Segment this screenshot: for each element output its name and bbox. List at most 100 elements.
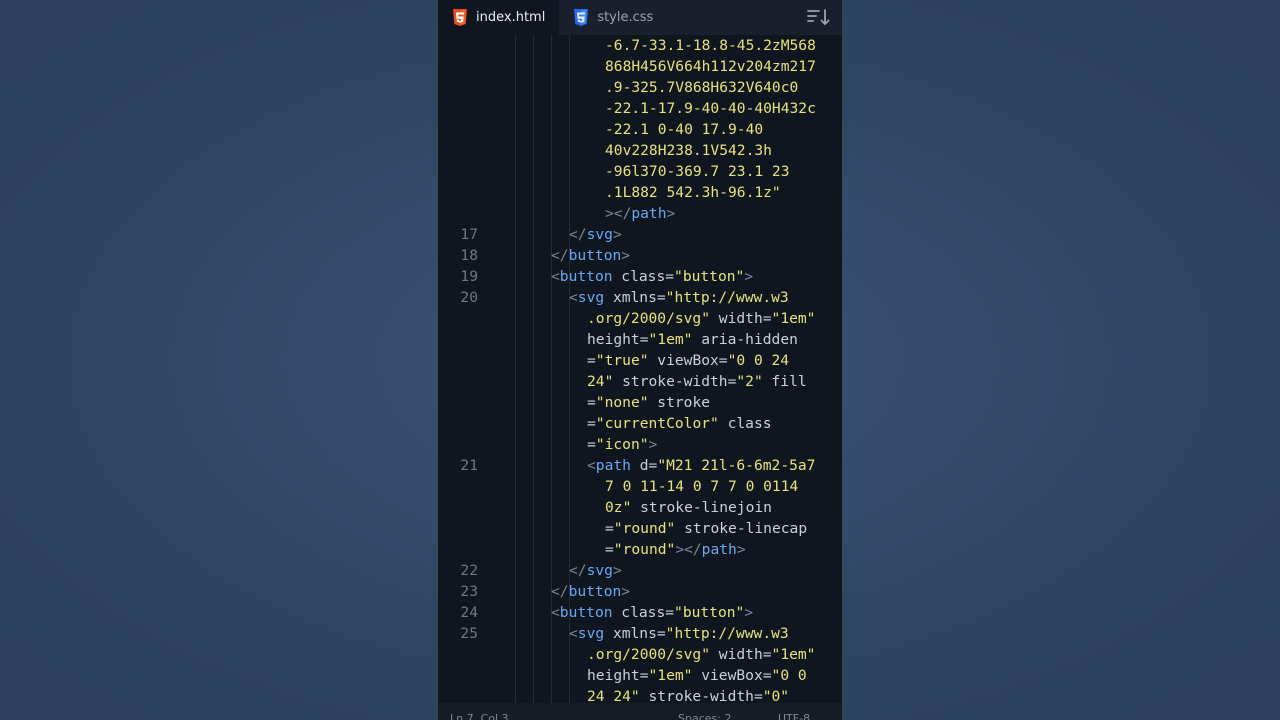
code-token: "1em" [648,331,693,348]
encoding-setting[interactable]: UTF-8 [778,712,810,720]
code-line[interactable]: -6.7-33.1-18.8-45.2zM568 [438,35,842,56]
code-token: </ [569,562,587,579]
code-line[interactable]: .org/2000/svg" width="1em" [438,308,842,329]
code-token: width= [710,310,772,327]
code-token: < [569,625,578,642]
code-line[interactable]: height="1em" aria-hidden [438,329,842,350]
code-line[interactable]: 22 </svg> [438,560,842,581]
code-token: "http://www.w3 [665,625,789,642]
code-token: < [569,289,578,306]
code-token: svg [586,226,613,243]
code-line[interactable]: 20 <svg xmlns="http://www.w3 [438,287,842,308]
code-token: "2" [736,373,763,390]
code-line[interactable]: height="1em" viewBox="0 0 [438,665,842,686]
code-editor: index.html style.css -6.7-33.1-18.8-45.2 [438,0,842,720]
code-line[interactable]: 23 </button> [438,581,842,602]
code-token: 0z" [605,499,632,516]
code-token: xmlns= [604,625,666,642]
code-token: ></ [605,205,632,222]
code-line[interactable]: 18 </button> [438,245,842,266]
code-line[interactable]: .org/2000/svg" width="1em" [438,644,842,665]
code-text: </button> [551,245,630,266]
code-text: .1L882 542.3h-96.1z" [605,182,781,203]
code-line[interactable]: 868H456V664h112v204zm217 [438,56,842,77]
code-text: <button class="button"> [551,602,753,623]
line-number: 25 [460,625,478,642]
code-line[interactable]: .1L882 542.3h-96.1z" [438,182,842,203]
code-text: <svg xmlns="http://www.w3 [569,623,789,644]
code-token: > [621,247,631,264]
code-token: "http://www.w3 [665,289,789,306]
code-text: -22.1 0-40 17.9-40 [605,119,763,140]
code-line[interactable]: ="none" stroke [438,392,842,413]
code-line[interactable]: 40v228H238.1V542.3h [438,140,842,161]
code-line[interactable]: 7 0 11-14 0 7 7 0 0114 [438,476,842,497]
code-line[interactable]: 21 <path d="M21 21l-6-6m2-5a7 [438,455,842,476]
code-line[interactable]: ></path> [438,203,842,224]
tab-index-html[interactable]: index.html [438,0,560,35]
code-line[interactable]: 24 24" stroke-width="0" [438,686,842,703]
code-line[interactable]: 24" stroke-width="2" fill [438,371,842,392]
code-line[interactable]: ="currentColor" class [438,413,842,434]
code-line[interactable]: ="round"></path> [438,539,842,560]
code-line[interactable]: 25 <svg xmlns="http://www.w3 [438,623,842,644]
code-token: .org/2000/svg" [587,646,711,663]
code-line[interactable]: ="round" stroke-linecap [438,518,842,539]
code-text: </svg> [569,224,622,245]
code-text: 868H456V664h112v204zm217 [605,56,816,77]
line-number: 22 [460,562,478,579]
code-text: .org/2000/svg" width="1em" [587,644,815,665]
code-token: button [568,583,622,600]
code-token: 24" [587,373,614,390]
code-token: stroke-linejoin [631,499,772,516]
code-token: = [605,541,614,558]
code-token: height= [587,667,649,684]
code-line[interactable]: 0z" stroke-linejoin [438,497,842,518]
code-token: class [718,415,772,432]
code-text: 40v228H238.1V542.3h [605,140,772,161]
line-number: 19 [460,268,478,285]
line-number: 21 [460,457,478,474]
code-token: > [736,541,746,558]
code-area[interactable]: -6.7-33.1-18.8-45.2zM568 868H456V664h112v… [438,35,842,703]
code-token: "1em" [648,667,693,684]
code-token: "button" [674,604,745,621]
code-text: .org/2000/svg" width="1em" [587,308,815,329]
code-line[interactable]: ="true" viewBox="0 0 24 [438,350,842,371]
code-text: .9-325.7V868H632V640c0 [605,77,798,98]
code-line[interactable]: 17 </svg> [438,224,842,245]
code-token: path [631,205,667,222]
code-line[interactable]: .9-325.7V868H632V640c0 [438,77,842,98]
code-line[interactable]: 19 <button class="button"> [438,266,842,287]
indentation-setting[interactable]: Spaces: 2 [678,712,731,720]
code-token: > [612,562,622,579]
code-token: button [559,268,613,285]
code-token: viewBox= [692,667,772,684]
code-token: > [648,436,658,453]
code-token: 40v228H238.1V542.3h [605,142,772,159]
code-token: 24 24" [587,688,640,703]
cursor-position[interactable]: Ln 7, Col 3 [450,712,509,720]
code-token: svg [577,289,605,306]
code-token: "none" [595,394,649,411]
tab-style-css[interactable]: style.css [559,0,667,35]
code-line[interactable]: -22.1-17.9-40-40-40H432c [438,98,842,119]
code-token: path [595,457,631,474]
code-line[interactable]: 24 <button class="button"> [438,602,842,623]
code-token: = [587,436,596,453]
code-line[interactable]: -96l370-369.7 23.1 23 [438,161,842,182]
code-token: .9-325.7V868H632V640c0 [605,79,799,96]
sort-icon[interactable] [806,7,830,27]
code-token: svg [586,562,613,579]
code-token: button [559,604,613,621]
code-line[interactable]: -22.1 0-40 17.9-40 [438,119,842,140]
code-text: ></path> [605,203,675,224]
code-text: -6.7-33.1-18.8-45.2zM568 [605,35,816,56]
code-text: height="1em" aria-hidden [587,329,798,350]
code-line[interactable]: ="icon"> [438,434,842,455]
code-token: svg [577,625,605,642]
code-text: </button> [551,581,630,602]
code-token: > [744,268,754,285]
code-token: width= [710,646,772,663]
code-token: </ [551,583,569,600]
